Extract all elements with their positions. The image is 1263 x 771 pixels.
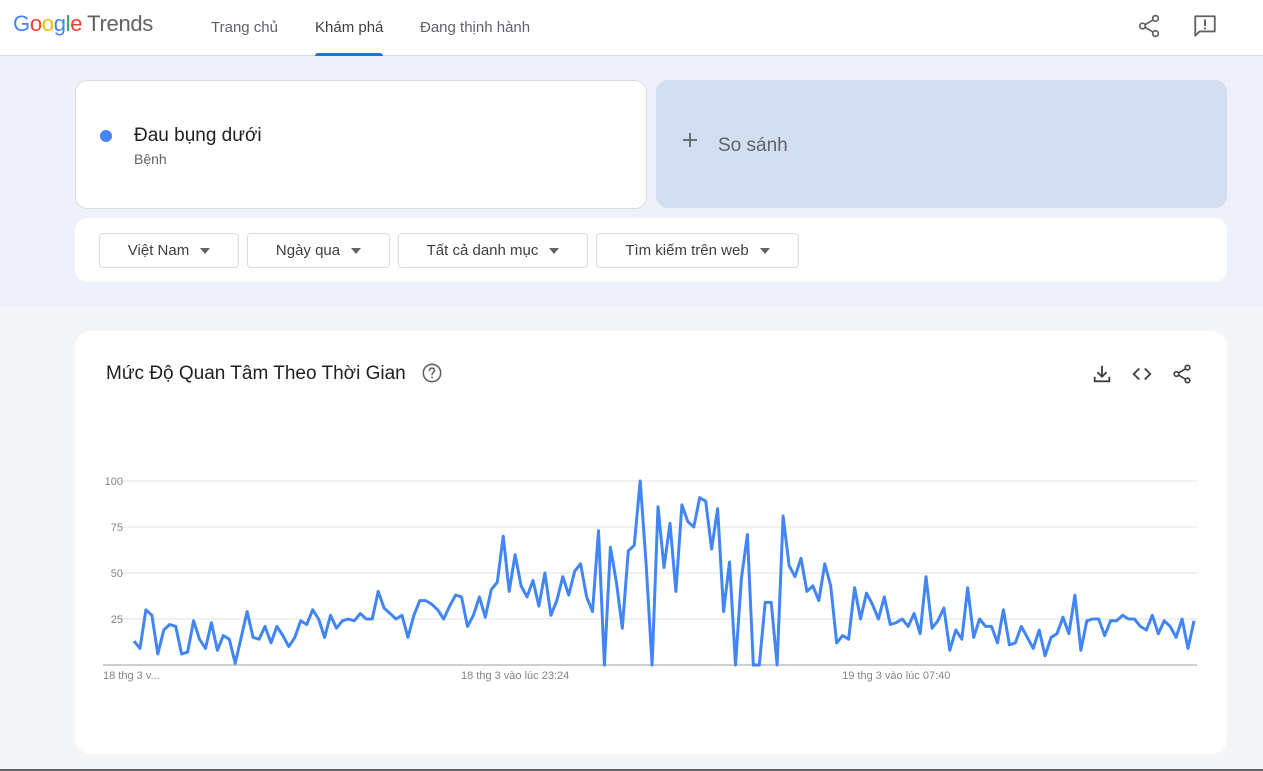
app-header: Google Trends Trang chủ Khám phá Đang thị… xyxy=(0,0,1263,56)
feedback-icon[interactable] xyxy=(1192,13,1218,39)
dropdown-arrow-icon xyxy=(351,247,362,254)
google-trends-logo[interactable]: Google Trends xyxy=(13,11,153,37)
interest-line-chart: 100 75 50 25 18 thg 3 v... 18 thg 3 vào lúc 2… xyxy=(103,476,1197,682)
filter-label: Tìm kiếm trên web xyxy=(625,242,749,259)
x-tick-label: 19 thg 3 vào lúc 07:40 xyxy=(842,670,950,682)
logo-trends-wordmark: Trends xyxy=(87,11,154,36)
filter-search-type-dropdown[interactable]: Tìm kiếm trên web xyxy=(596,233,799,268)
nav-tab-label: Khám phá xyxy=(315,19,384,36)
filter-time-dropdown[interactable]: Ngày qua xyxy=(247,233,390,268)
x-tick-label: 18 thg 3 vào lúc 23:24 xyxy=(461,670,569,682)
search-term-type: Bệnh xyxy=(134,151,167,167)
x-tick-label: 18 thg 3 v... xyxy=(103,670,160,682)
dropdown-arrow-icon xyxy=(759,247,770,254)
y-tick-label: 75 xyxy=(111,522,123,534)
series-color-dot xyxy=(100,130,112,142)
interest-over-time-card: Mức Độ Quan Tâm Theo Thời Gian 100 75 50 25… xyxy=(75,331,1227,754)
nav-tab-label: Trang chủ xyxy=(211,19,278,36)
plus-icon xyxy=(683,133,697,147)
nav-tab-home[interactable]: Trang chủ xyxy=(211,0,278,55)
logo-google-wordmark: Google xyxy=(13,11,83,36)
y-tick-label: 100 xyxy=(105,476,123,488)
dropdown-arrow-icon xyxy=(549,247,560,254)
share-icon[interactable] xyxy=(1136,13,1162,39)
filter-bar: Việt Nam Ngày qua Tất cả danh mục Tìm ki… xyxy=(75,218,1227,282)
y-tick-label: 50 xyxy=(111,568,123,580)
filter-label: Tất cả danh mục xyxy=(426,242,539,259)
filter-category-dropdown[interactable]: Tất cả danh mục xyxy=(398,233,588,268)
search-term-name: Đau bụng dưới xyxy=(134,125,262,146)
nav-tab-trending[interactable]: Đang thịnh hành xyxy=(420,0,530,55)
y-tick-label: 25 xyxy=(111,614,123,626)
filter-region-dropdown[interactable]: Việt Nam xyxy=(99,233,239,268)
compare-label: So sánh xyxy=(718,135,788,156)
nav-tab-label: Đang thịnh hành xyxy=(420,19,531,36)
nav-tab-explore[interactable]: Khám phá xyxy=(315,0,384,56)
search-term-card[interactable]: Đau bụng dưới Bệnh xyxy=(75,80,647,209)
dropdown-arrow-icon xyxy=(200,247,211,254)
filter-label: Việt Nam xyxy=(127,242,190,259)
filter-label: Ngày qua xyxy=(275,242,341,259)
compare-button[interactable]: So sánh xyxy=(656,80,1227,208)
